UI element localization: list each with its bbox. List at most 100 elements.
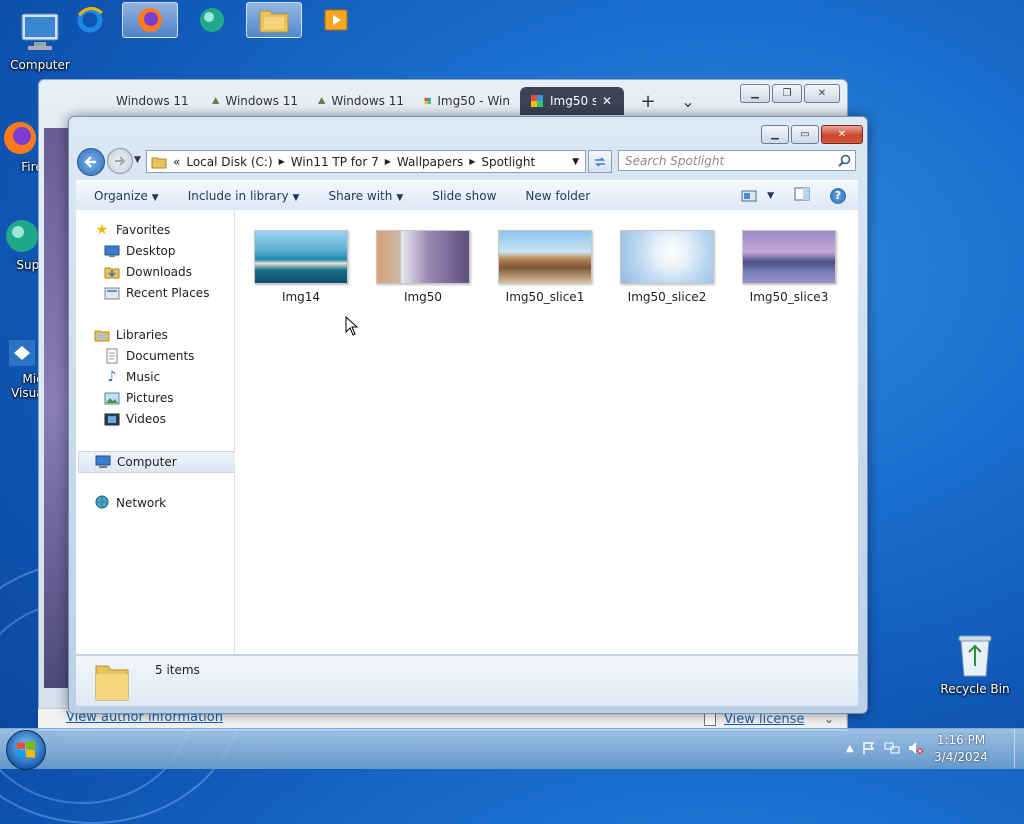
nav-computer[interactable]: Computer (78, 451, 250, 473)
browser-tab[interactable]: Windows 11 (308, 87, 414, 115)
show-desktop-button[interactable] (1014, 729, 1024, 768)
new-tab-button[interactable]: + (624, 87, 668, 115)
organize-button[interactable]: Organize ▼ (76, 189, 168, 203)
file-item[interactable]: Img50_slice3 (731, 224, 847, 304)
tab-favicon-icon (424, 97, 431, 105)
browser-tab-active[interactable]: Img50 sli ✕ (520, 87, 624, 115)
view-license-link[interactable]: View license (724, 712, 804, 727)
desktop-icon-recycle-bin[interactable]: Recycle Bin (935, 632, 1015, 696)
forward-button[interactable] (107, 148, 133, 174)
explorer-caption-buttons: ▁ ▭ ✕ (761, 125, 863, 144)
network-icon[interactable] (884, 741, 900, 755)
nav-favorites[interactable]: ★ Favorites (76, 220, 252, 240)
include-in-library-button[interactable]: Include in library ▼ (168, 189, 309, 203)
nav-network[interactable]: Network (76, 493, 252, 513)
minimize-button[interactable]: ▁ (740, 84, 770, 103)
windows-logo-icon (17, 741, 35, 758)
nav-libraries[interactable]: Libraries (76, 325, 252, 345)
taskbar-firefox-button[interactable] (122, 2, 178, 38)
recent-pages-dropdown[interactable]: ▼ (134, 155, 141, 165)
address-dropdown-icon[interactable]: ▼ (572, 157, 579, 167)
browser-tab[interactable]: Img50 - Win (414, 87, 520, 115)
browser-tab[interactable]: Windows 11 (202, 87, 308, 115)
show-hidden-icons-button[interactable]: ▲ (846, 743, 854, 754)
minimize-button[interactable]: ▁ (761, 125, 789, 144)
breadcrumb-item[interactable]: Spotlight (481, 155, 535, 169)
license-doc-icon (704, 712, 716, 726)
taskbar-ie-button[interactable] (62, 2, 118, 38)
folder-icon (151, 157, 167, 168)
breadcrumb-overflow[interactable]: « (173, 155, 180, 169)
computer-icon (95, 455, 111, 469)
breadcrumb-item[interactable]: Wallpapers (397, 155, 463, 169)
help-button[interactable]: ? (830, 187, 846, 204)
chevron-right-icon[interactable]: ▶ (469, 157, 475, 166)
breadcrumb-item[interactable]: Local Disk (C:) (186, 155, 272, 169)
caret-down-icon[interactable]: ▼ (767, 191, 774, 201)
recycle-bin-icon (958, 635, 992, 677)
taskbar-super-button[interactable] (184, 2, 240, 38)
refresh-button[interactable] (588, 150, 612, 173)
chevron-right-icon[interactable]: ▶ (385, 157, 391, 166)
tab-label: Windows 11 (116, 94, 189, 108)
close-button[interactable]: ✕ (821, 125, 863, 144)
star-icon: ★ (95, 222, 109, 238)
close-button[interactable]: ✕ (804, 84, 840, 103)
chevron-down-icon[interactable]: ⌄ (824, 712, 834, 726)
clock[interactable]: 1:16 PM 3/4/2024 (926, 732, 996, 766)
image-thumbnail (254, 230, 348, 284)
breadcrumb-item[interactable]: Win11 TP for 7 (291, 155, 379, 169)
search-input[interactable]: Search Spotlight (618, 150, 856, 171)
downloads-folder-icon (104, 265, 120, 279)
browser-tab[interactable]: Windows 11 (64, 87, 202, 115)
file-list[interactable]: Img14 Img50 Img50_slice1 Img50_slice2 Im… (235, 210, 858, 654)
browser-tab-strip: Windows 11 Windows 11 Windows 11 Img50 -… (64, 87, 708, 117)
super-app-icon (6, 220, 38, 252)
image-thumbnail (620, 230, 714, 284)
start-button[interactable] (6, 730, 46, 770)
documents-icon (104, 348, 120, 364)
computer-icon (21, 13, 59, 50)
desktop-icon-label: Computer (10, 58, 70, 72)
background-page-strip (44, 128, 70, 688)
navigation-pane: ★ Favorites Desktop Downloads Recent Plac… (76, 210, 250, 654)
file-item[interactable]: Img14 (243, 224, 359, 304)
new-folder-button[interactable]: New folder (505, 189, 599, 203)
command-bar: Organize ▼ Include in library ▼ Share with… (76, 180, 858, 211)
maximize-button[interactable]: ❐ (772, 84, 802, 103)
browser-caption-buttons: ▁ ❐ ✕ (740, 84, 840, 103)
tab-close-icon[interactable]: ✕ (602, 94, 612, 108)
caret-down-icon: ▼ (151, 192, 159, 203)
search-icon (838, 154, 851, 167)
chevron-right-icon[interactable]: ▶ (279, 157, 285, 166)
tab-favicon-icon (318, 97, 326, 104)
libraries-icon (94, 328, 110, 342)
back-button[interactable] (77, 148, 105, 176)
file-item[interactable]: Img50_slice2 (609, 224, 725, 304)
file-item[interactable]: Img50_slice1 (487, 224, 603, 304)
preview-pane-icon (794, 187, 810, 201)
volume-muted-icon[interactable] (908, 741, 924, 755)
mouse-cursor-icon (345, 316, 359, 336)
clock-date: 3/4/2024 (934, 750, 988, 764)
tab-label: Img50 sli (550, 94, 596, 108)
internet-explorer-icon (77, 7, 103, 33)
media-player-icon (324, 9, 348, 31)
desktop-icon-label: Recycle Bin (940, 682, 1010, 696)
file-item[interactable]: Img50 (365, 224, 481, 304)
taskbar-explorer-button[interactable] (246, 2, 302, 38)
explorer-folder-icon (259, 10, 289, 33)
taskbar-media-button[interactable] (308, 2, 364, 38)
visual-studio-icon (9, 340, 35, 366)
preview-pane-button[interactable] (794, 187, 810, 204)
maximize-button[interactable]: ▭ (791, 125, 819, 144)
refresh-icon (595, 156, 605, 167)
address-bar[interactable]: « Local Disk (C:) ▶ Win11 TP for 7 ▶ Wallp… (146, 150, 586, 173)
super-app-icon (200, 8, 224, 32)
tab-list-button[interactable]: ⌄ (668, 87, 708, 115)
action-center-flag-icon[interactable] (862, 741, 876, 755)
slide-show-button[interactable]: Slide show (412, 189, 505, 203)
share-with-button[interactable]: Share with ▼ (308, 189, 412, 203)
change-view-button[interactable]: ▼ (741, 190, 774, 202)
firefox-icon (4, 122, 36, 154)
